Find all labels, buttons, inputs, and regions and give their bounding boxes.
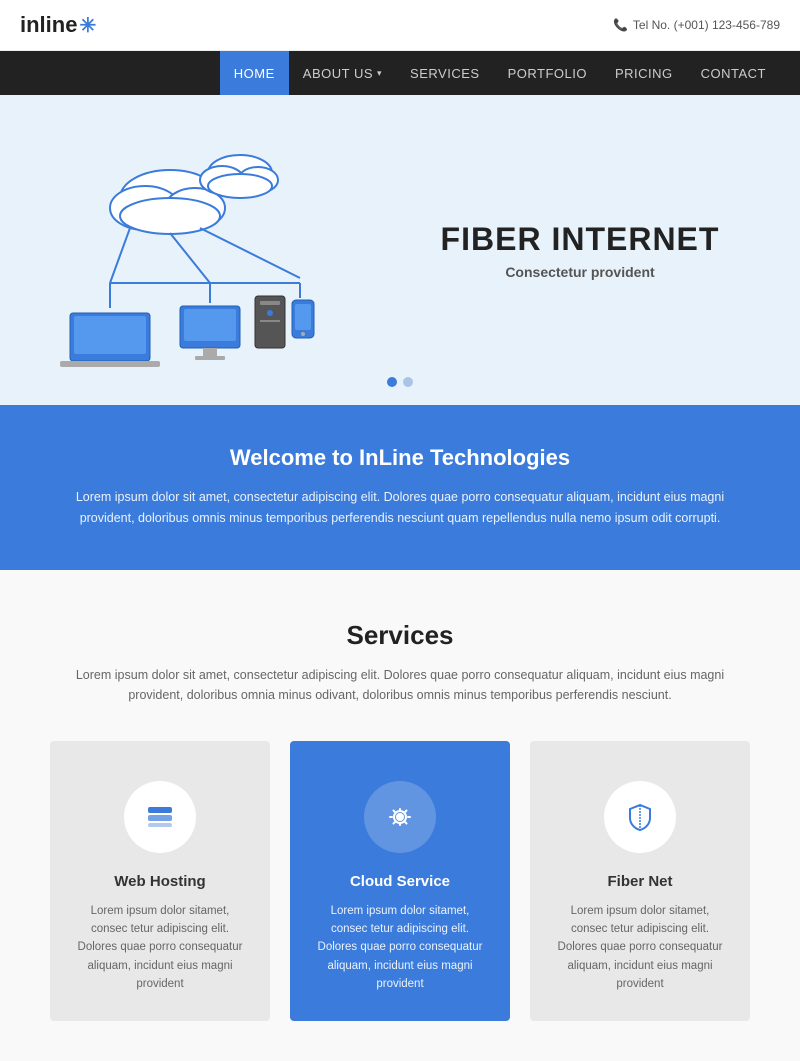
nav-pricing-label: PRICING — [615, 66, 673, 81]
hero-text: FIBER INTERNET Consectetur provident — [380, 221, 760, 280]
hero-section: FIBER INTERNET Consectetur provident — [0, 95, 800, 405]
hero-content: FIBER INTERNET Consectetur provident — [40, 128, 760, 373]
welcome-title: Welcome to InLine Technologies — [60, 445, 740, 471]
nav-home[interactable]: HOME — [220, 51, 289, 95]
services-section: Services Lorem ipsum dolor sit amet, con… — [0, 570, 800, 1061]
nav-contact-label: CONTACT — [701, 66, 766, 81]
cloud-service-text: Lorem ipsum dolor sitamet, consec tetur … — [314, 902, 486, 994]
service-card-web-hosting: Web Hosting Lorem ipsum dolor sitamet, c… — [50, 741, 270, 1022]
hero-title: FIBER INTERNET — [400, 221, 760, 258]
fiber-text: Lorem ipsum dolor sitamet, consec tetur … — [554, 902, 726, 994]
nav-services[interactable]: SERVICES — [396, 51, 494, 95]
services-grid: Web Hosting Lorem ipsum dolor sitamet, c… — [40, 741, 760, 1022]
web-hosting-icon-circle — [124, 781, 196, 853]
gear-icon — [384, 801, 416, 833]
layers-icon — [144, 801, 176, 833]
nav-contact[interactable]: CONTACT — [687, 51, 780, 95]
web-hosting-name: Web Hosting — [74, 873, 246, 890]
nav-about[interactable]: ABOUT US ▾ — [289, 51, 396, 95]
nav-portfolio[interactable]: PORTFOLIO — [494, 51, 601, 95]
service-card-fiber: Fiber Net Lorem ipsum dolor sitamet, con… — [530, 741, 750, 1022]
hero-dot-2[interactable] — [403, 377, 413, 387]
fiber-name: Fiber Net — [554, 873, 726, 890]
nav-about-label: ABOUT US — [303, 66, 373, 81]
nav-portfolio-label: PORTFOLIO — [508, 66, 587, 81]
phone-icon: 📞 — [613, 18, 628, 32]
nav-home-label: HOME — [234, 66, 275, 81]
shield-icon — [624, 801, 656, 833]
services-description: Lorem ipsum dolor sit amet, consectetur … — [50, 665, 750, 705]
nav-pricing[interactable]: PRICING — [601, 51, 687, 95]
fiber-icon-circle — [604, 781, 676, 853]
cloud-service-name: Cloud Service — [314, 873, 486, 890]
navbar: HOME ABOUT US ▾ SERVICES PORTFOLIO PRICI… — [0, 51, 800, 95]
phone-info: 📞 Tel No. (+001) 123-456-789 — [613, 18, 780, 32]
services-title: Services — [40, 620, 760, 651]
hero-dot-1[interactable] — [387, 377, 397, 387]
service-card-cloud: Cloud Service Lorem ipsum dolor sitamet,… — [290, 741, 510, 1022]
welcome-section: Welcome to InLine Technologies Lorem ips… — [0, 405, 800, 570]
web-hosting-text: Lorem ipsum dolor sitamet, consec tetur … — [74, 902, 246, 994]
logo-text: inline — [20, 12, 77, 38]
chevron-down-icon: ▾ — [377, 68, 382, 79]
hero-illustration — [40, 128, 380, 373]
logo: inline✳ — [20, 12, 96, 38]
cloud-icon-circle — [364, 781, 436, 853]
nav-services-label: SERVICES — [410, 66, 480, 81]
hero-subtitle: Consectetur provident — [400, 264, 760, 280]
logo-star: ✳ — [79, 13, 96, 38]
welcome-text: Lorem ipsum dolor sit amet, consectetur … — [60, 487, 740, 530]
hero-dots — [387, 377, 413, 387]
header: inline✳ 📞 Tel No. (+001) 123-456-789 — [0, 0, 800, 51]
phone-number: Tel No. (+001) 123-456-789 — [633, 18, 780, 32]
